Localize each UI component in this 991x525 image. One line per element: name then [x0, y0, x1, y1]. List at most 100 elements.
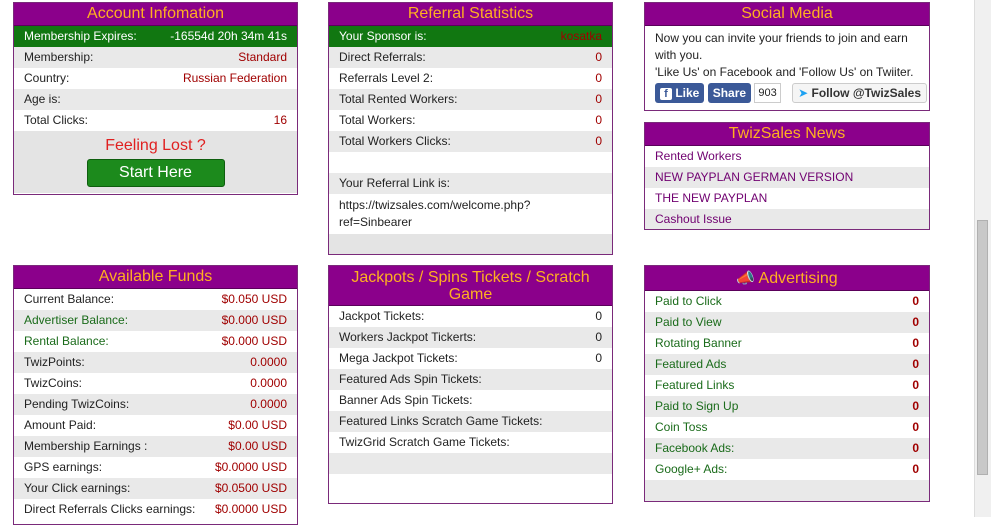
- referral-title: Referral Statistics: [329, 3, 612, 26]
- row-value: $0.000 USD: [221, 334, 287, 348]
- news-item[interactable]: THE NEW PAYPLAN: [645, 188, 929, 209]
- funds-row: Pending TwizCoins: 0.0000: [14, 394, 297, 415]
- row-label: Featured Links Scratch Game Tickets:: [339, 414, 543, 428]
- twitter-follow-button[interactable]: ➤ Follow @TwizSales: [792, 83, 928, 103]
- featured-ads-link[interactable]: Featured Ads: [655, 354, 726, 375]
- rental-balance-link[interactable]: Rental Balance:: [24, 331, 109, 352]
- row-label: Banner Ads Spin Tickets:: [339, 393, 473, 407]
- row-value: 0: [912, 315, 919, 329]
- direct-referrals-row: Direct Referrals: 0: [329, 47, 612, 68]
- row-value: $0.00 USD: [228, 418, 287, 432]
- jackpots-panel: Jackpots / Spins Tickets / Scratch Game …: [328, 265, 613, 504]
- ad-row: Rotating Banner 0: [645, 333, 929, 354]
- row-value: 0.0000: [250, 376, 287, 390]
- row-label: Mega Jackpot Tickets:: [339, 351, 458, 365]
- row-label: Total Workers:: [339, 113, 416, 127]
- row-label: Country:: [24, 71, 70, 85]
- row-value: 0: [912, 462, 919, 476]
- row-value: Standard: [238, 50, 287, 64]
- row-value: 0: [912, 378, 919, 392]
- news-item[interactable]: Rented Workers: [645, 146, 929, 167]
- referral-link-line1: https://twizsales.com/welcome.php?: [339, 198, 531, 212]
- social-invite-text: Now you can invite your friends to join …: [655, 31, 908, 62]
- jackpot-row: Featured Ads Spin Tickets:: [329, 369, 612, 390]
- account-panel: Account Infomation Membership Expires: -1…: [13, 2, 298, 195]
- advertiser-balance-link[interactable]: Advertiser Balance:: [24, 310, 128, 331]
- facebook-ads-link[interactable]: Facebook Ads:: [655, 438, 734, 459]
- coin-toss-link[interactable]: Coin Toss: [655, 417, 707, 438]
- referral-panel: Referral Statistics Your Sponsor is: kosa…: [328, 2, 613, 255]
- facebook-like-button[interactable]: f Like: [655, 83, 705, 103]
- news-panel: TwizSales News Rented Workers NEW PAYPLA…: [644, 122, 930, 230]
- row-value: $0.00 USD: [228, 439, 287, 453]
- featured-links-link[interactable]: Featured Links: [655, 375, 734, 396]
- row-label: TwizPoints:: [24, 355, 85, 369]
- ad-row: Coin Toss 0: [645, 417, 929, 438]
- row-label: Referrals Level 2:: [339, 71, 434, 85]
- paid-to-click-link[interactable]: Paid to Click: [655, 291, 722, 312]
- row-value: $0.000 USD: [221, 313, 287, 327]
- funds-row: Advertiser Balance: $0.000 USD: [14, 310, 297, 331]
- spacer-row: [645, 480, 929, 501]
- like-label: Like: [675, 86, 700, 100]
- rotating-banner-link[interactable]: Rotating Banner: [655, 333, 742, 354]
- ad-row: Featured Ads 0: [645, 354, 929, 375]
- paid-to-view-link[interactable]: Paid to View: [655, 312, 722, 333]
- row-value: 0: [912, 336, 919, 350]
- advertising-title: Advertising: [758, 270, 838, 287]
- row-label: Direct Referrals:: [339, 50, 426, 64]
- social-panel: Social Media Now you can invite your fri…: [644, 2, 930, 111]
- social-title: Social Media: [645, 3, 929, 26]
- row-value: 0: [595, 351, 602, 365]
- spacer-row: [329, 474, 612, 495]
- jackpot-row: Banner Ads Spin Tickets:: [329, 390, 612, 411]
- paid-to-sign-up-link[interactable]: Paid to Sign Up: [655, 396, 738, 417]
- referral-link[interactable]: https://twizsales.com/welcome.php? ref=S…: [329, 194, 612, 234]
- row-label: Jackpot Tickets:: [339, 309, 425, 323]
- jackpot-row: Mega Jackpot Tickets: 0: [329, 348, 612, 369]
- spacer-row: [329, 453, 612, 474]
- funds-row: GPS earnings: $0.0000 USD: [14, 457, 297, 478]
- funds-row: Current Balance: $0.050 USD: [14, 289, 297, 310]
- row-value: 0: [595, 113, 602, 127]
- referrals-level2-row: Referrals Level 2: 0: [329, 68, 612, 89]
- jackpot-row: TwizGrid Scratch Game Tickets:: [329, 432, 612, 453]
- row-value: 0: [912, 357, 919, 371]
- row-value: 0: [595, 134, 602, 148]
- age-row: Age is:: [14, 89, 297, 110]
- row-value: 0: [595, 309, 602, 323]
- page-scrollbar[interactable]: [974, 0, 991, 517]
- row-value: 0.0000: [250, 355, 287, 369]
- jackpots-title: Jackpots / Spins Tickets / Scratch Game: [329, 266, 612, 306]
- funds-panel: Available Funds Current Balance: $0.050 U…: [13, 265, 298, 525]
- row-value: 0: [595, 92, 602, 106]
- advertising-header: 📣 Advertising: [645, 266, 929, 291]
- workers-clicks-row: Total Workers Clicks: 0: [329, 131, 612, 152]
- row-value: 0: [912, 441, 919, 455]
- start-here-button[interactable]: Start Here: [86, 159, 225, 187]
- row-value: $0.0500 USD: [214, 481, 287, 495]
- jackpot-row: Workers Jackpot Tickerts: 0: [329, 327, 612, 348]
- google-plus-ads-link[interactable]: Google+ Ads:: [655, 459, 727, 480]
- feeling-lost-text: Feeling Lost ?: [105, 137, 206, 154]
- row-value: 0: [595, 50, 602, 64]
- row-label: Total Workers Clicks:: [339, 134, 451, 148]
- news-item[interactable]: Cashout Issue: [645, 209, 929, 229]
- row-value: 0.0000: [250, 397, 287, 411]
- ad-row: Paid to Click 0: [645, 291, 929, 312]
- share-count: 903: [754, 83, 781, 103]
- funds-row: Amount Paid: $0.00 USD: [14, 415, 297, 436]
- facebook-share-button[interactable]: Share: [707, 83, 752, 103]
- row-label: Amount Paid:: [24, 418, 97, 432]
- row-value: -16554d 20h 34m 41s: [170, 29, 287, 43]
- row-label: Membership Earnings :: [24, 439, 148, 453]
- news-item[interactable]: NEW PAYPLAN GERMAN VERSION: [645, 167, 929, 188]
- row-label: Membership:: [24, 50, 94, 64]
- twitter-bird-icon: ➤: [798, 86, 809, 100]
- membership-expires-row: Membership Expires: -16554d 20h 34m 41s: [14, 26, 297, 47]
- funds-row: TwizCoins: 0.0000: [14, 373, 297, 394]
- scrollbar-thumb[interactable]: [977, 220, 988, 475]
- sponsor-link[interactable]: kosatka: [561, 26, 602, 47]
- row-value: 0: [595, 71, 602, 85]
- spacer-row: [329, 152, 612, 173]
